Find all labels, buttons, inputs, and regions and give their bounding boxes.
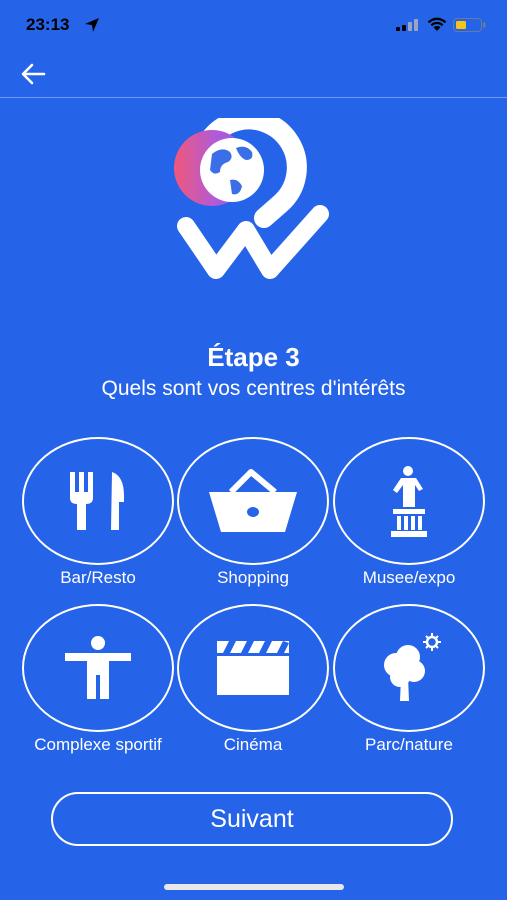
step-title: Étape 3 [207, 342, 300, 372]
status-bar: 23:13 [0, 0, 507, 50]
tree-icon [384, 633, 441, 701]
battery-icon [453, 18, 486, 32]
interest-label: Musee/expo [362, 568, 456, 587]
fork-knife-icon [70, 472, 124, 530]
interest-bar-resto[interactable]: Bar/Resto [22, 437, 174, 588]
interest-musee-expo[interactable]: Musee/expo [333, 437, 485, 588]
interest-circle [177, 604, 329, 732]
home-indicator [164, 884, 344, 890]
interest-circle [333, 437, 485, 565]
basket-icon [209, 469, 297, 532]
location-arrow-icon [85, 18, 99, 32]
clapperboard-icon [217, 641, 289, 695]
interest-complexe-sportif[interactable]: Complexe sportif [22, 604, 174, 755]
person-icon [65, 636, 131, 699]
next-button[interactable]: Suivant [51, 792, 453, 846]
interest-circle [177, 437, 329, 565]
step-subtitle: Quels sont vos centres d'intérêts [101, 377, 406, 400]
status-time: 23:13 [26, 15, 70, 34]
back-button[interactable] [16, 60, 50, 88]
app-logo [174, 118, 329, 279]
interest-circle [22, 604, 174, 732]
interest-label: Cinéma [223, 735, 283, 754]
interest-parc-nature[interactable]: Parc/nature [333, 604, 485, 755]
interest-label: Shopping [217, 568, 289, 587]
interest-label: Complexe sportif [34, 735, 162, 754]
interest-circle [22, 437, 174, 565]
interest-shopping[interactable]: Shopping [177, 437, 329, 588]
interest-label: Parc/nature [365, 735, 453, 754]
interest-label: Bar/Resto [60, 568, 136, 587]
interest-cinema[interactable]: Cinéma [177, 604, 329, 755]
back-arrow-icon [21, 63, 46, 85]
cellular-signal-icon [396, 19, 418, 31]
wifi-icon [427, 17, 447, 31]
statue-icon [391, 466, 427, 537]
nav-bar [0, 50, 507, 98]
interest-circle [333, 604, 485, 732]
